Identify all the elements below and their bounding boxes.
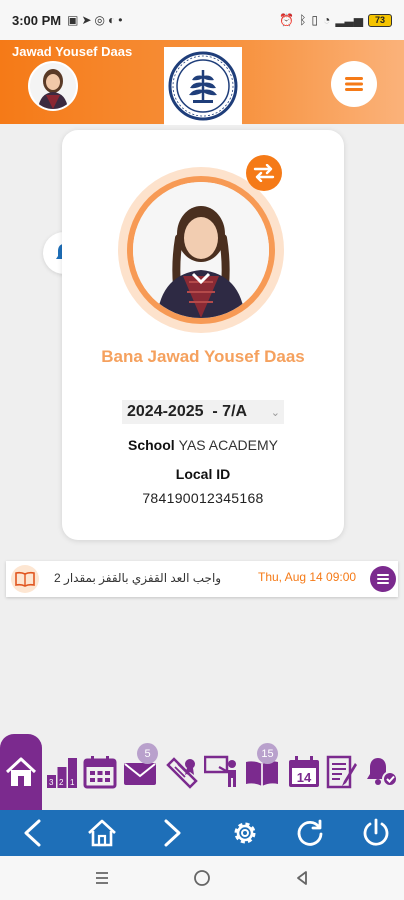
events-calendar-icon: 14 <box>289 756 319 787</box>
refresh-icon <box>297 819 323 846</box>
module-notes-tab[interactable] <box>324 752 360 792</box>
settings-button[interactable] <box>225 814 265 852</box>
wifi-icon: ◔ <box>323 13 331 27</box>
settings-icon <box>234 822 256 844</box>
calendar-icon <box>83 756 117 789</box>
status-left-icons: ▣➤◎◐• <box>67 13 125 27</box>
sim-icon: ▣ <box>67 13 82 27</box>
forward-icon <box>164 819 181 847</box>
book-icon <box>11 565 39 593</box>
student-photo <box>133 182 269 318</box>
alerts-icon <box>367 758 398 787</box>
usb-icon: • <box>118 13 126 27</box>
alarm-icon: ⏰ <box>279 13 295 27</box>
messages-badge: 5 <box>137 743 158 764</box>
system-back-button[interactable] <box>290 868 314 888</box>
app-nav-bar <box>0 810 404 856</box>
parent-name: Jawad Yousef Daas <box>12 44 133 59</box>
list-icon <box>377 574 389 584</box>
homework-item[interactable]: واجب العد القفزي بالقفز بمقدار 2 Thu, Au… <box>6 561 398 597</box>
hamburger-icon <box>345 77 363 91</box>
academic-year-select[interactable]: 2024-2025 - 7/A ⌄ <box>122 400 284 424</box>
parent-avatar[interactable] <box>28 61 78 111</box>
student-photo-frame <box>118 167 284 333</box>
school-value: YAS ACADEMY <box>178 437 278 453</box>
module-tab-bar: 3 2 1 5 15 14 <box>0 734 404 810</box>
forward-button[interactable] <box>151 814 191 852</box>
student-name: Bana Jawad Yousef Daas <box>101 347 305 366</box>
whatsapp-icon: ◎ <box>94 13 109 27</box>
back-button[interactable] <box>14 814 54 852</box>
refresh-button[interactable] <box>290 814 330 852</box>
notification-icon: ◐ <box>108 13 119 27</box>
notes-icon <box>326 755 357 789</box>
home-icon <box>5 757 37 786</box>
module-alerts-tab[interactable] <box>364 752 400 792</box>
power-icon <box>363 818 389 846</box>
svg-text:2: 2 <box>59 778 64 787</box>
student-photo-picture <box>133 182 269 318</box>
school-label: School <box>128 437 175 453</box>
local-id-label: Local ID <box>175 466 231 482</box>
academic-year-value: 2024-2025 - 7/A <box>127 403 248 420</box>
school-logo <box>164 47 242 125</box>
telegram-icon: ➤ <box>81 13 95 27</box>
switch-student-button[interactable] <box>246 155 282 191</box>
signal-icon: ▂▃▅ <box>335 13 363 27</box>
power-button[interactable] <box>356 814 396 852</box>
module-teacher-tab[interactable] <box>204 752 240 792</box>
triangle-back-icon <box>297 871 307 885</box>
homework-text: واجب العد القفزي بالقفز بمقدار 2 <box>54 571 222 585</box>
home-button[interactable] <box>82 814 122 852</box>
local-id-value: 784190012345168 <box>142 490 264 506</box>
home-icon <box>88 819 116 847</box>
svg-text:1: 1 <box>70 778 75 787</box>
avatar-picture <box>30 63 76 109</box>
battery-level: 73 <box>374 15 385 25</box>
recent-apps-icon <box>96 872 108 884</box>
homework-menu-button[interactable] <box>370 566 396 592</box>
main-menu-button[interactable] <box>331 61 377 107</box>
homework-date: Thu, Aug 14 09:00 <box>258 570 357 584</box>
recent-apps-button[interactable] <box>90 868 114 888</box>
svg-text:3: 3 <box>49 778 54 787</box>
module-events-tab[interactable]: 14 <box>286 752 322 792</box>
school-info: School YAS ACADEMY <box>62 437 344 453</box>
grades-icon: 3 2 1 <box>47 758 77 788</box>
module-calendar-tab[interactable] <box>82 752 118 792</box>
circle-home-icon <box>194 870 210 886</box>
homework-badge: 15 <box>257 743 278 764</box>
vibrate-icon: ▯ <box>311 13 319 27</box>
bluetooth-icon: ᛒ <box>299 13 307 27</box>
status-time: 3:00 PM <box>12 12 62 28</box>
back-icon <box>24 819 41 847</box>
chevron-down-icon: ⌄ <box>270 406 280 419</box>
teacher-icon <box>204 755 236 787</box>
module-grades-tab[interactable]: 3 2 1 <box>44 752 80 792</box>
module-certificate-tab[interactable] <box>164 752 200 792</box>
school-emblem <box>168 51 238 121</box>
system-home-button[interactable] <box>190 868 214 888</box>
status-right-icons: ⏰ ᛒ ▯ ◔ ▂▃▅ 73 <box>279 13 392 27</box>
certificate-icon <box>166 757 198 789</box>
events-calendar-day: 14 <box>297 770 312 785</box>
system-nav-bar <box>0 856 404 900</box>
battery-icon: 73 <box>368 13 392 27</box>
module-home-tab[interactable] <box>0 734 42 810</box>
status-bar: 3:00 PM ▣➤◎◐• ⏰ ᛒ ▯ ◔ ▂▃▅ 73 <box>0 0 404 40</box>
swap-arrows-icon <box>253 164 275 182</box>
